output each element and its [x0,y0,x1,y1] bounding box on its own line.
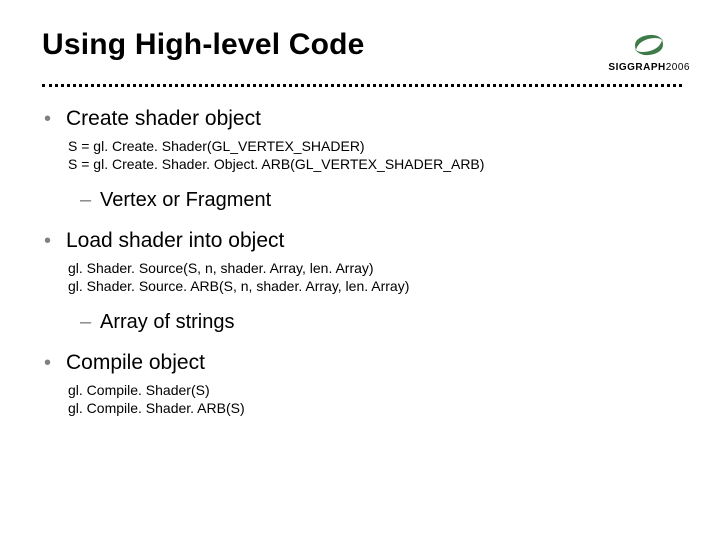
bullet-heading: Load shader into object [66,227,284,255]
slide-title: Using High-level Code [42,28,684,62]
bullet-marker: • [44,349,66,377]
bullet-item: • Create shader object [44,105,684,133]
logo-brand: SIGGRAPH [608,62,665,73]
sub-bullet-text: Array of strings [100,309,234,335]
dash-marker: – [80,309,100,335]
sub-bullet: – Array of strings [80,309,684,335]
sub-bullet-text: Vertex or Fragment [100,187,271,213]
bullet-marker: • [44,227,66,255]
bullet-group: • Load shader into object gl. Shader. So… [44,227,684,335]
code-block: gl. Shader. Source(S, n, shader. Array, … [68,259,684,295]
code-line: gl. Shader. Source(S, n, shader. Array, … [68,259,684,277]
bullet-item: • Compile object [44,349,684,377]
code-line: gl. Compile. Shader. ARB(S) [68,399,684,417]
bullet-marker: • [44,105,66,133]
code-block: gl. Compile. Shader(S) gl. Compile. Shad… [68,381,684,417]
swirl-icon [630,30,668,60]
slide: SIGGRAPH2006 Using High-level Code • Cre… [0,0,720,540]
content-area: • Create shader object S = gl. Create. S… [42,105,684,417]
code-block: S = gl. Create. Shader(GL_VERTEX_SHADER)… [68,137,684,173]
dash-marker: – [80,187,100,213]
dotted-divider [42,84,682,87]
bullet-group: • Compile object gl. Compile. Shader(S) … [44,349,684,417]
logo-text: SIGGRAPH2006 [608,62,690,73]
logo-year: 2006 [666,62,690,73]
code-line: S = gl. Create. Shader(GL_VERTEX_SHADER) [68,137,684,155]
bullet-item: • Load shader into object [44,227,684,255]
bullet-heading: Create shader object [66,105,261,133]
sub-bullet: – Vertex or Fragment [80,187,684,213]
siggraph-logo: SIGGRAPH2006 [608,30,690,73]
code-line: gl. Shader. Source. ARB(S, n, shader. Ar… [68,277,684,295]
bullet-heading: Compile object [66,349,205,377]
code-line: S = gl. Create. Shader. Object. ARB(GL_V… [68,155,684,173]
code-line: gl. Compile. Shader(S) [68,381,684,399]
bullet-group: • Create shader object S = gl. Create. S… [44,105,684,213]
